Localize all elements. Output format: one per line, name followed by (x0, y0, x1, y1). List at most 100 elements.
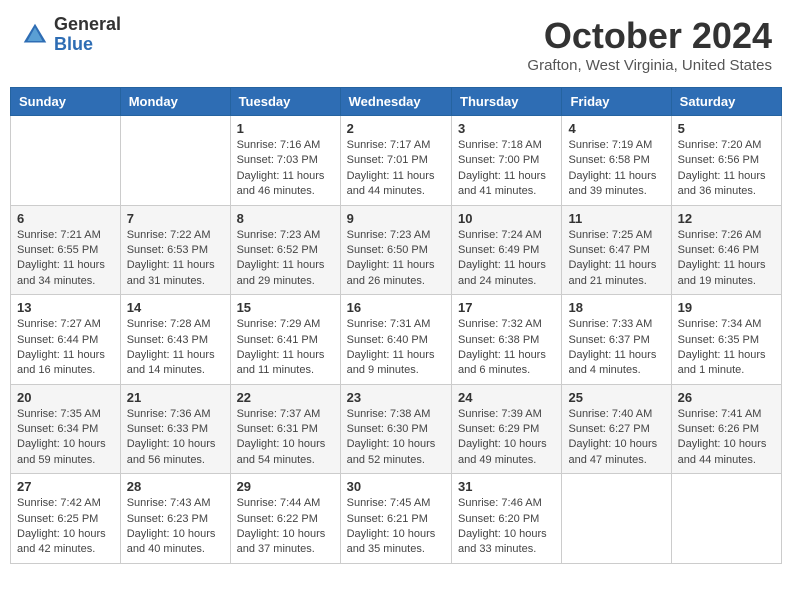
calendar-cell: 19 Sunrise: 7:34 AM Sunset: 6:35 PM Dayl… (671, 295, 781, 385)
month-title: October 2024 (527, 15, 772, 57)
day-info: Sunrise: 7:46 AM Sunset: 6:20 PM Dayligh… (458, 496, 555, 558)
calendar-cell: 30 Sunrise: 7:45 AM Sunset: 6:21 PM Dayl… (340, 474, 451, 564)
sunset: Sunset: 6:53 PM (127, 244, 208, 256)
sunrise: Sunrise: 7:20 AM (678, 139, 762, 151)
sunset: Sunset: 6:58 PM (568, 154, 649, 166)
daylight: Daylight: 11 hours and 21 minutes. (568, 259, 656, 286)
sunrise: Sunrise: 7:18 AM (458, 139, 542, 151)
calendar-cell: 24 Sunrise: 7:39 AM Sunset: 6:29 PM Dayl… (452, 384, 562, 474)
daylight: Daylight: 11 hours and 11 minutes. (237, 349, 325, 376)
day-info: Sunrise: 7:45 AM Sunset: 6:21 PM Dayligh… (347, 496, 445, 558)
sunset: Sunset: 6:52 PM (237, 244, 318, 256)
daylight: Daylight: 11 hours and 16 minutes. (17, 349, 105, 376)
day-info: Sunrise: 7:43 AM Sunset: 6:23 PM Dayligh… (127, 496, 224, 558)
day-info: Sunrise: 7:29 AM Sunset: 6:41 PM Dayligh… (237, 317, 334, 379)
day-number: 12 (678, 211, 775, 226)
calendar-cell: 22 Sunrise: 7:37 AM Sunset: 6:31 PM Dayl… (230, 384, 340, 474)
daylight: Daylight: 11 hours and 19 minutes. (678, 259, 766, 286)
day-info: Sunrise: 7:38 AM Sunset: 6:30 PM Dayligh… (347, 407, 445, 469)
sunset: Sunset: 6:26 PM (678, 423, 759, 435)
sunset: Sunset: 6:43 PM (127, 334, 208, 346)
day-number: 5 (678, 121, 775, 136)
daylight: Daylight: 10 hours and 37 minutes. (237, 528, 326, 555)
calendar-week-1: 1 Sunrise: 7:16 AM Sunset: 7:03 PM Dayli… (11, 116, 782, 206)
day-info: Sunrise: 7:35 AM Sunset: 6:34 PM Dayligh… (17, 407, 114, 469)
sunset: Sunset: 6:56 PM (678, 154, 759, 166)
sunset: Sunset: 6:27 PM (568, 423, 649, 435)
day-number: 27 (17, 479, 114, 494)
day-number: 3 (458, 121, 555, 136)
calendar-week-3: 13 Sunrise: 7:27 AM Sunset: 6:44 PM Dayl… (11, 295, 782, 385)
calendar-cell: 14 Sunrise: 7:28 AM Sunset: 6:43 PM Dayl… (120, 295, 230, 385)
sunrise: Sunrise: 7:22 AM (127, 229, 211, 241)
sunrise: Sunrise: 7:19 AM (568, 139, 652, 151)
day-info: Sunrise: 7:37 AM Sunset: 6:31 PM Dayligh… (237, 407, 334, 469)
daylight: Daylight: 10 hours and 35 minutes. (347, 528, 436, 555)
daylight: Daylight: 11 hours and 1 minute. (678, 349, 766, 376)
day-number: 24 (458, 390, 555, 405)
daylight: Daylight: 10 hours and 40 minutes. (127, 528, 216, 555)
calendar-week-5: 27 Sunrise: 7:42 AM Sunset: 6:25 PM Dayl… (11, 474, 782, 564)
daylight: Daylight: 10 hours and 52 minutes. (347, 438, 436, 465)
sunset: Sunset: 6:34 PM (17, 423, 98, 435)
sunset: Sunset: 6:25 PM (17, 513, 98, 525)
weekday-header-tuesday: Tuesday (230, 88, 340, 116)
sunrise: Sunrise: 7:43 AM (127, 497, 211, 509)
weekday-header-sunday: Sunday (11, 88, 121, 116)
day-info: Sunrise: 7:33 AM Sunset: 6:37 PM Dayligh… (568, 317, 664, 379)
day-number: 21 (127, 390, 224, 405)
day-info: Sunrise: 7:18 AM Sunset: 7:00 PM Dayligh… (458, 138, 555, 200)
daylight: Daylight: 10 hours and 49 minutes. (458, 438, 547, 465)
daylight: Daylight: 10 hours and 54 minutes. (237, 438, 326, 465)
day-number: 9 (347, 211, 445, 226)
daylight: Daylight: 11 hours and 9 minutes. (347, 349, 435, 376)
day-info: Sunrise: 7:16 AM Sunset: 7:03 PM Dayligh… (237, 138, 334, 200)
day-info: Sunrise: 7:23 AM Sunset: 6:52 PM Dayligh… (237, 228, 334, 290)
sunrise: Sunrise: 7:34 AM (678, 318, 762, 330)
calendar-cell: 10 Sunrise: 7:24 AM Sunset: 6:49 PM Dayl… (452, 205, 562, 295)
daylight: Daylight: 11 hours and 6 minutes. (458, 349, 546, 376)
sunrise: Sunrise: 7:27 AM (17, 318, 101, 330)
calendar-cell: 9 Sunrise: 7:23 AM Sunset: 6:50 PM Dayli… (340, 205, 451, 295)
sunset: Sunset: 6:50 PM (347, 244, 428, 256)
sunrise: Sunrise: 7:37 AM (237, 408, 321, 420)
sunrise: Sunrise: 7:40 AM (568, 408, 652, 420)
day-number: 29 (237, 479, 334, 494)
sunset: Sunset: 6:41 PM (237, 334, 318, 346)
sunset: Sunset: 6:47 PM (568, 244, 649, 256)
day-number: 11 (568, 211, 664, 226)
sunrise: Sunrise: 7:23 AM (347, 229, 431, 241)
calendar-cell: 7 Sunrise: 7:22 AM Sunset: 6:53 PM Dayli… (120, 205, 230, 295)
sunrise: Sunrise: 7:35 AM (17, 408, 101, 420)
day-info: Sunrise: 7:17 AM Sunset: 7:01 PM Dayligh… (347, 138, 445, 200)
day-info: Sunrise: 7:32 AM Sunset: 6:38 PM Dayligh… (458, 317, 555, 379)
calendar-cell: 21 Sunrise: 7:36 AM Sunset: 6:33 PM Dayl… (120, 384, 230, 474)
logo-blue: Blue (54, 35, 121, 55)
sunrise: Sunrise: 7:33 AM (568, 318, 652, 330)
daylight: Daylight: 10 hours and 44 minutes. (678, 438, 767, 465)
daylight: Daylight: 11 hours and 41 minutes. (458, 170, 546, 197)
day-info: Sunrise: 7:42 AM Sunset: 6:25 PM Dayligh… (17, 496, 114, 558)
calendar-cell: 25 Sunrise: 7:40 AM Sunset: 6:27 PM Dayl… (562, 384, 671, 474)
day-number: 23 (347, 390, 445, 405)
sunset: Sunset: 6:40 PM (347, 334, 428, 346)
sunrise: Sunrise: 7:26 AM (678, 229, 762, 241)
sunrise: Sunrise: 7:46 AM (458, 497, 542, 509)
sunset: Sunset: 6:35 PM (678, 334, 759, 346)
sunset: Sunset: 6:30 PM (347, 423, 428, 435)
daylight: Daylight: 11 hours and 36 minutes. (678, 170, 766, 197)
day-info: Sunrise: 7:26 AM Sunset: 6:46 PM Dayligh… (678, 228, 775, 290)
day-info: Sunrise: 7:22 AM Sunset: 6:53 PM Dayligh… (127, 228, 224, 290)
sunrise: Sunrise: 7:16 AM (237, 139, 321, 151)
sunset: Sunset: 6:38 PM (458, 334, 539, 346)
day-number: 15 (237, 300, 334, 315)
day-info: Sunrise: 7:24 AM Sunset: 6:49 PM Dayligh… (458, 228, 555, 290)
calendar-cell: 11 Sunrise: 7:25 AM Sunset: 6:47 PM Dayl… (562, 205, 671, 295)
calendar-cell: 18 Sunrise: 7:33 AM Sunset: 6:37 PM Dayl… (562, 295, 671, 385)
calendar-cell: 2 Sunrise: 7:17 AM Sunset: 7:01 PM Dayli… (340, 116, 451, 206)
calendar-week-4: 20 Sunrise: 7:35 AM Sunset: 6:34 PM Dayl… (11, 384, 782, 474)
logo-text: General Blue (54, 15, 121, 55)
day-number: 26 (678, 390, 775, 405)
day-info: Sunrise: 7:39 AM Sunset: 6:29 PM Dayligh… (458, 407, 555, 469)
sunrise: Sunrise: 7:29 AM (237, 318, 321, 330)
